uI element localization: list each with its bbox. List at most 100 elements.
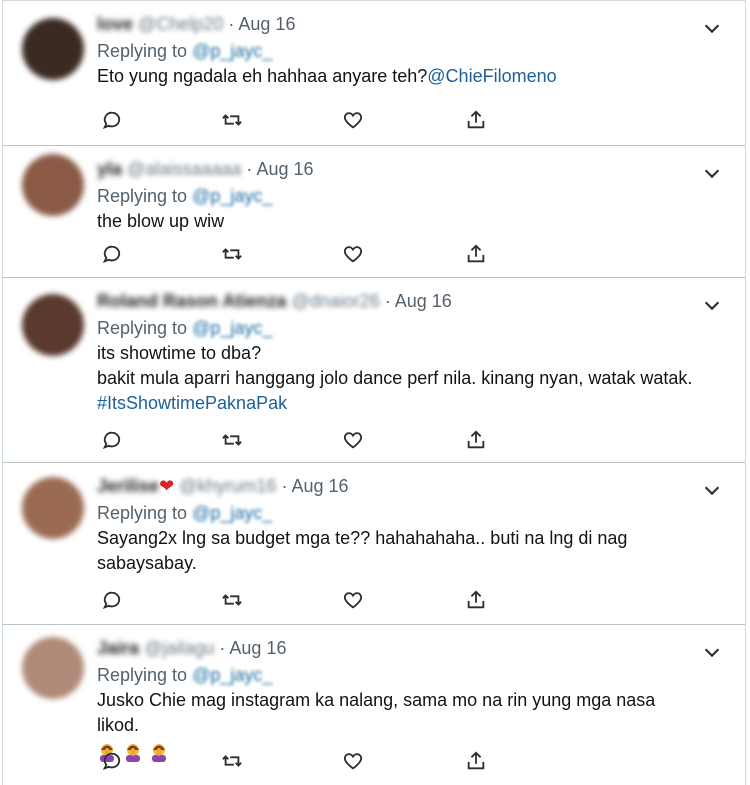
chevron-down-icon[interactable] [701,641,723,663]
like-icon [343,432,363,449]
reply-icon [102,245,121,263]
chevron-down-icon[interactable] [701,479,723,501]
avatar[interactable] [22,154,84,216]
chevron-down-icon[interactable] [701,162,723,184]
timestamp[interactable]: Aug 16 [238,14,295,34]
reply-button[interactable] [99,241,125,267]
share-button[interactable] [463,427,489,453]
avatar[interactable] [22,18,84,80]
retweet-button[interactable] [219,241,245,267]
handle[interactable]: @Chelp20 [138,14,223,34]
replying-to: Replying to @p_jayc_ [97,663,693,688]
retweet-icon [222,248,242,260]
mention-link[interactable]: @p_jayc_ [192,318,272,338]
tweet-line: sabaysabay. [97,553,197,573]
retweet-button[interactable] [219,748,245,774]
mention-link[interactable]: @p_jayc_ [192,41,272,61]
tweet-line: Jusko Chie mag instagram ka nalang, sama… [97,690,656,735]
chevron-down-icon[interactable] [701,294,723,316]
tweet-actions [99,427,499,453]
separator: · [219,638,226,658]
tweet-line: bakit mula aparri hanggang jolo dance pe… [97,368,693,388]
tweet-text: the blow up wiw [97,209,693,234]
retweet-icon [222,755,242,767]
replying-label: Replying to [97,186,188,206]
like-button[interactable] [340,427,366,453]
tweet-actions [99,107,499,133]
tweet-actions [99,748,499,774]
tweet-text: Eto yung ngadala eh hahhaa anyare teh?@C… [97,64,693,89]
tweet[interactable]: yla @alaissaaaaa · Aug 16 Replying to @p… [3,146,745,278]
mention-link[interactable]: @p_jayc_ [192,503,272,523]
share-button[interactable] [463,107,489,133]
tweet[interactable]: Jerilise❤ @khyrum16 · Aug 16 Replying to… [3,463,745,625]
display-name[interactable]: Roland Rason Atienza [97,291,286,311]
share-button[interactable] [463,587,489,613]
avatar[interactable] [22,294,84,356]
share-icon [467,590,485,609]
retweet-icon [222,434,242,446]
chevron-down-icon[interactable] [701,17,723,39]
handle[interactable]: @jailagu [144,638,214,658]
reply-icon [102,431,121,449]
mention-link[interactable]: @ChieFilomeno [427,66,556,86]
like-button[interactable] [340,748,366,774]
separator: · [384,291,391,311]
heart-emoji: ❤ [159,476,175,496]
tweet[interactable]: Roland Rason Atienza @dnaior26 · Aug 16 … [3,278,745,463]
share-button[interactable] [463,748,489,774]
reply-button[interactable] [99,587,125,613]
timestamp[interactable]: Aug 16 [395,291,452,311]
like-icon [343,246,363,263]
replying-label: Replying to [97,41,188,61]
mention-link[interactable]: @p_jayc_ [192,665,272,685]
display-name[interactable]: yla [97,159,122,179]
reply-button[interactable] [99,427,125,453]
reply-icon [102,111,121,129]
tweet-actions [99,587,499,613]
handle[interactable]: @dnaior26 [291,291,379,311]
handle[interactable]: @alaissaaaaa [127,159,241,179]
like-button[interactable] [340,107,366,133]
timestamp[interactable]: Aug 16 [292,476,349,496]
replying-label: Replying to [97,665,188,685]
replying-to: Replying to @p_jayc_ [97,501,693,526]
like-icon [343,753,363,770]
like-button[interactable] [340,587,366,613]
reply-icon [102,591,121,609]
retweet-button[interactable] [219,427,245,453]
share-icon [467,430,485,449]
share-icon [467,244,485,263]
tweet-line: its showtime to dba? [97,343,262,363]
like-icon [343,592,363,609]
retweet-button[interactable] [219,107,245,133]
replying-to: Replying to @p_jayc_ [97,184,693,209]
tweet[interactable]: love @Chelp20 · Aug 16 Replying to @p_ja… [3,0,745,146]
tweet-line: Eto yung ngadala eh hahhaa anyare teh? [97,66,428,86]
separator: · [281,476,288,496]
mention-link[interactable]: @p_jayc_ [192,186,272,206]
retweet-button[interactable] [219,587,245,613]
reply-button[interactable] [99,107,125,133]
timestamp[interactable]: Aug 16 [256,159,313,179]
retweet-icon [222,114,242,126]
display-name[interactable]: love [97,14,133,34]
display-name[interactable]: Jaira [97,638,139,658]
replying-to: Replying to @p_jayc_ [97,39,693,64]
separator: · [246,159,253,179]
reply-button[interactable] [99,748,125,774]
avatar[interactable] [22,477,84,539]
tweet-text: its showtime to dba? bakit mula aparri h… [97,341,693,416]
like-button[interactable] [340,241,366,267]
share-button[interactable] [463,241,489,267]
handle[interactable]: @khyrum16 [179,476,276,496]
display-name[interactable]: Jerilise [97,476,159,496]
hashtag-link[interactable]: #ItsShowtimePaknaPak [97,391,693,416]
replying-to: Replying to @p_jayc_ [97,316,693,341]
separator: · [228,14,235,34]
timestamp[interactable]: Aug 16 [229,638,286,658]
avatar[interactable] [22,637,84,699]
tweet[interactable]: Jaira @jailagu · Aug 16 Replying to @p_j… [3,625,745,785]
replying-label: Replying to [97,318,188,338]
tweet-actions [99,241,499,267]
